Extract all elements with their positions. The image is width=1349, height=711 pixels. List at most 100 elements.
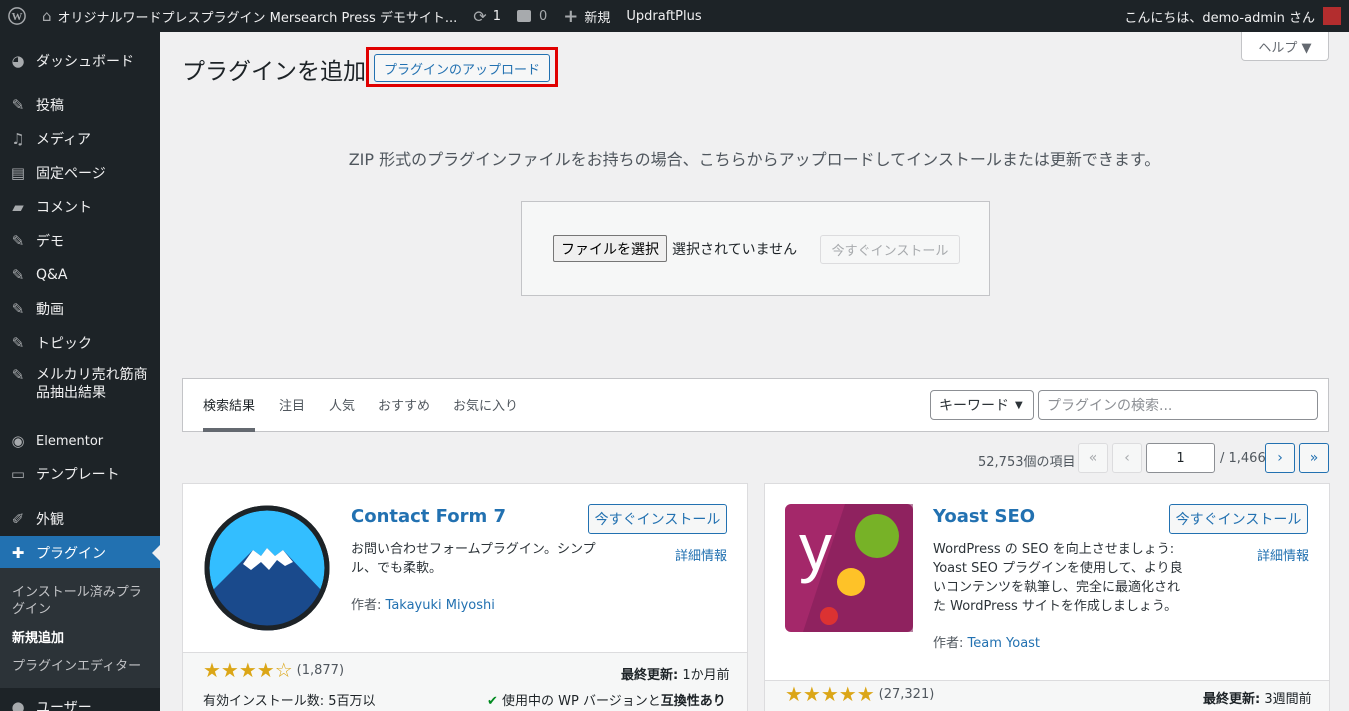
sidebar-item-label: 固定ページ [36,166,106,182]
more-details-link[interactable]: 詳細情報 [1257,545,1309,564]
new-content-link[interactable]: + 新規 [555,0,618,32]
total-pages: / 1,466 [1220,451,1266,466]
compat-text: 使用中の WP バージョンと [502,694,661,709]
updraftplus-link[interactable]: UpdraftPlus [618,0,709,32]
tab-featured[interactable]: 注目 [279,395,305,414]
checkmark-icon: ✔ [487,694,498,709]
pin-icon: ✎ [11,334,25,352]
install-now-button[interactable]: 今すぐインストール [1169,504,1308,534]
admin-sidebar: ◕ ダッシュボード ✎ 投稿 ♫ メディア ▤ 固定ページ ▰ コメント ✎ デ… [0,32,160,711]
submenu-plugin-editor[interactable]: プラグインエディター [12,658,152,675]
sidebar-item-elementor[interactable]: ◉ Elementor [0,426,160,456]
sidebar-item-label: Elementor [36,433,104,449]
plugin-name-link[interactable]: Contact Form 7 [351,506,506,527]
comment-icon: ▰ [12,198,24,216]
plugin-name-link[interactable]: Yoast SEO [933,506,1035,527]
tab-popular[interactable]: 人気 [329,395,355,414]
refresh-icon: ⟳ [473,6,487,26]
sidebar-item-plugins[interactable]: ✚ プラグイン [0,536,160,570]
plugin-card-footer: ★★★★★ (27,321) 最終更新: 3週間前 [765,680,1329,711]
updates-count: 1 [492,8,501,24]
choose-file-button[interactable]: ファイルを選択 [553,235,667,262]
current-page-input[interactable]: 1 [1146,443,1215,473]
sidebar-item-qa[interactable]: ✎ Q&A [0,260,160,290]
submenu-add-new[interactable]: 新規追加 [12,630,152,647]
tab-search-results[interactable]: 検索結果 [203,395,255,414]
search-type-value: キーワード [939,398,1009,414]
sidebar-item-mercari[interactable]: ✎ メルカリ売れ筋商品抽出結果 [0,366,160,408]
active-tab-indicator [203,428,255,432]
site-name-link[interactable]: ⌂ オリジナルワードプレスプラグイン Mersearch Press デモサイト… [34,0,465,32]
plugins-submenu: インストール済みプラグイン 新規追加 プラグインエディター [0,568,160,688]
help-tab-button[interactable]: ヘルプ ▼ [1241,32,1329,61]
compat-bold: 互換性あり [660,694,726,709]
prev-page-button[interactable]: ‹ [1112,443,1142,473]
chevron-down-icon: ▼ [1015,399,1023,411]
site-title: オリジナルワードプレスプラグイン Mersearch Press デモサイト..… [57,10,458,26]
sidebar-item-appearance[interactable]: ✐ 外観 [0,504,160,534]
search-type-select[interactable]: キーワード ▼ [930,390,1034,420]
sidebar-item-posts[interactable]: ✎ 投稿 [0,90,160,120]
sidebar-item-media[interactable]: ♫ メディア [0,124,160,154]
last-updated: 最終更新: 1か月前 [621,664,730,683]
sidebar-item-label: 投稿 [36,98,64,114]
sidebar-item-templates[interactable]: ▭ テンプレート [0,459,160,489]
contact-form-7-logo-icon[interactable] [203,504,331,632]
sidebar-item-topic[interactable]: ✎ トピック [0,328,160,358]
sidebar-item-label: ユーザー [36,700,92,711]
sidebar-item-dashboard[interactable]: ◕ ダッシュボード [0,46,160,76]
more-details-link[interactable]: 詳細情報 [675,545,727,564]
star-rating: ★★★★☆ (1,877) [203,658,344,682]
last-page-button[interactable]: » [1299,443,1329,473]
rating-count[interactable]: (1,877) [297,663,344,678]
sidebar-item-video[interactable]: ✎ 動画 [0,294,160,324]
admin-bar: W ⌂ オリジナルワードプレスプラグイン Mersearch Press デモサ… [0,0,1349,32]
sidebar-item-users[interactable]: ● ユーザー [0,692,160,711]
items-count: 52,753個の項目 [978,455,1076,470]
author-link[interactable]: Takayuki Miyoshi [386,598,495,613]
author-label: 作者: [933,636,964,651]
sidebar-item-pages[interactable]: ▤ 固定ページ [0,158,160,188]
install-now-button[interactable]: 今すぐインストール [588,504,727,534]
submenu-installed-plugins[interactable]: インストール済みプラグイン [12,584,152,618]
pin-icon: ✎ [11,96,25,114]
next-page-button[interactable]: › [1265,443,1295,473]
sidebar-item-demo[interactable]: ✎ デモ [0,226,160,256]
last-updated-label: 最終更新: [1203,692,1261,707]
star-rating: ★★★★★ (27,321) [785,682,934,706]
rating-count[interactable]: (27,321) [879,687,935,702]
svg-text:W: W [12,11,23,23]
compatibility: ✔ 使用中の WP バージョンと互換性あり [487,690,726,709]
folder-icon: ▭ [10,465,26,483]
plugin-search-input[interactable]: プラグインの検索... [1038,390,1318,420]
last-updated-value: 1か月前 [682,668,730,683]
upload-plugin-button[interactable]: プラグインのアップロード [374,54,550,82]
install-now-button[interactable]: 今すぐインストール [820,235,960,264]
wordpress-logo-icon[interactable]: W [0,0,34,32]
last-updated: 最終更新: 3週間前 [1203,688,1312,707]
tab-favorites[interactable]: お気に入り [453,395,518,414]
tab-recommended[interactable]: おすすめ [378,395,430,414]
updates-link[interactable]: ⟳ 1 [465,0,509,32]
comments-link[interactable]: 0 [509,0,555,32]
rating-stars: ★★★★★ [785,682,875,706]
plugin-card-yoast-seo: y Yoast SEO 今すぐインストール 詳細情報 WordPress の S… [764,483,1330,711]
plus-icon: + [563,5,579,27]
sidebar-item-label: ダッシュボード [36,54,134,70]
account-menu[interactable]: こんにちは、demo-admin さん [1124,0,1341,32]
sidebar-item-label: 動画 [36,302,64,318]
yoast-seo-logo-icon[interactable]: y [785,504,913,632]
page-icon: ▤ [10,164,26,182]
author-link[interactable]: Team Yoast [968,636,1041,651]
plugin-author: 作者: Takayuki Miyoshi [351,594,495,613]
author-label: 作者: [351,598,382,613]
first-page-button[interactable]: « [1078,443,1108,473]
last-updated-label: 最終更新: [621,668,679,683]
comments-count: 0 [538,8,548,24]
sidebar-item-label: デモ [36,234,64,250]
updraft-label: UpdraftPlus [626,8,702,24]
sidebar-item-label: 外観 [36,512,64,528]
comment-bubble-icon [516,10,531,22]
sidebar-item-label: コメント [36,200,92,216]
sidebar-item-comments[interactable]: ▰ コメント [0,192,160,222]
